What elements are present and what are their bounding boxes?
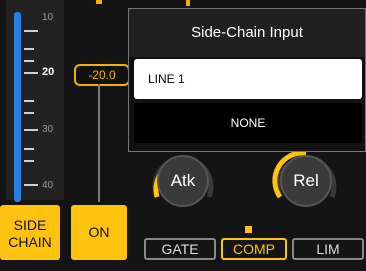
fader-top-marker [96,0,102,4]
level-meter: 10 20 30 40 [6,0,64,202]
tab-gate[interactable]: GATE [144,238,216,260]
active-tab-indicator [245,226,252,233]
attack-knob[interactable]: Atk [147,145,219,217]
fader-track[interactable] [98,84,100,202]
tick [24,129,38,131]
sidechain-button[interactable]: SIDE CHAIN [0,205,60,260]
sidechain-input-popup: Side-Chain Input LINE 1 NONE [128,8,366,152]
scale-label: 30 [42,124,54,135]
on-button[interactable]: ON [71,205,127,260]
fader-value-display[interactable]: -20.0 [74,64,130,86]
scale-label-highlighted: 20 [42,66,55,78]
popup-title: Side-Chain Input [129,9,365,57]
release-knob-face: Rel [280,155,332,207]
tick [24,72,38,74]
meter-ticks [24,0,44,200]
meter-bar [14,12,21,202]
tick [24,160,34,162]
tab-lim[interactable]: LIM [292,238,364,260]
tick [24,112,34,114]
tick [24,30,38,32]
attack-knob-face: Atk [157,155,209,207]
release-knob[interactable]: Rel [270,145,342,217]
compressor-panel: 10 20 30 40 -20.0 SIDE CHAIN ON Atk Rel … [0,0,366,271]
tick [24,100,34,102]
tick [24,48,34,50]
scale-label: 10 [42,12,54,23]
sidechain-label-line2: CHAIN [8,234,52,250]
option-line-1[interactable]: LINE 1 [134,59,362,99]
tab-comp[interactable]: COMP [221,238,287,260]
tick [24,184,38,186]
background-marker [186,0,190,6]
tick [24,60,34,62]
scale-label: 40 [42,180,54,191]
sidechain-label-line1: SIDE [13,217,47,233]
option-none[interactable]: NONE [134,103,362,143]
tick [24,148,34,150]
